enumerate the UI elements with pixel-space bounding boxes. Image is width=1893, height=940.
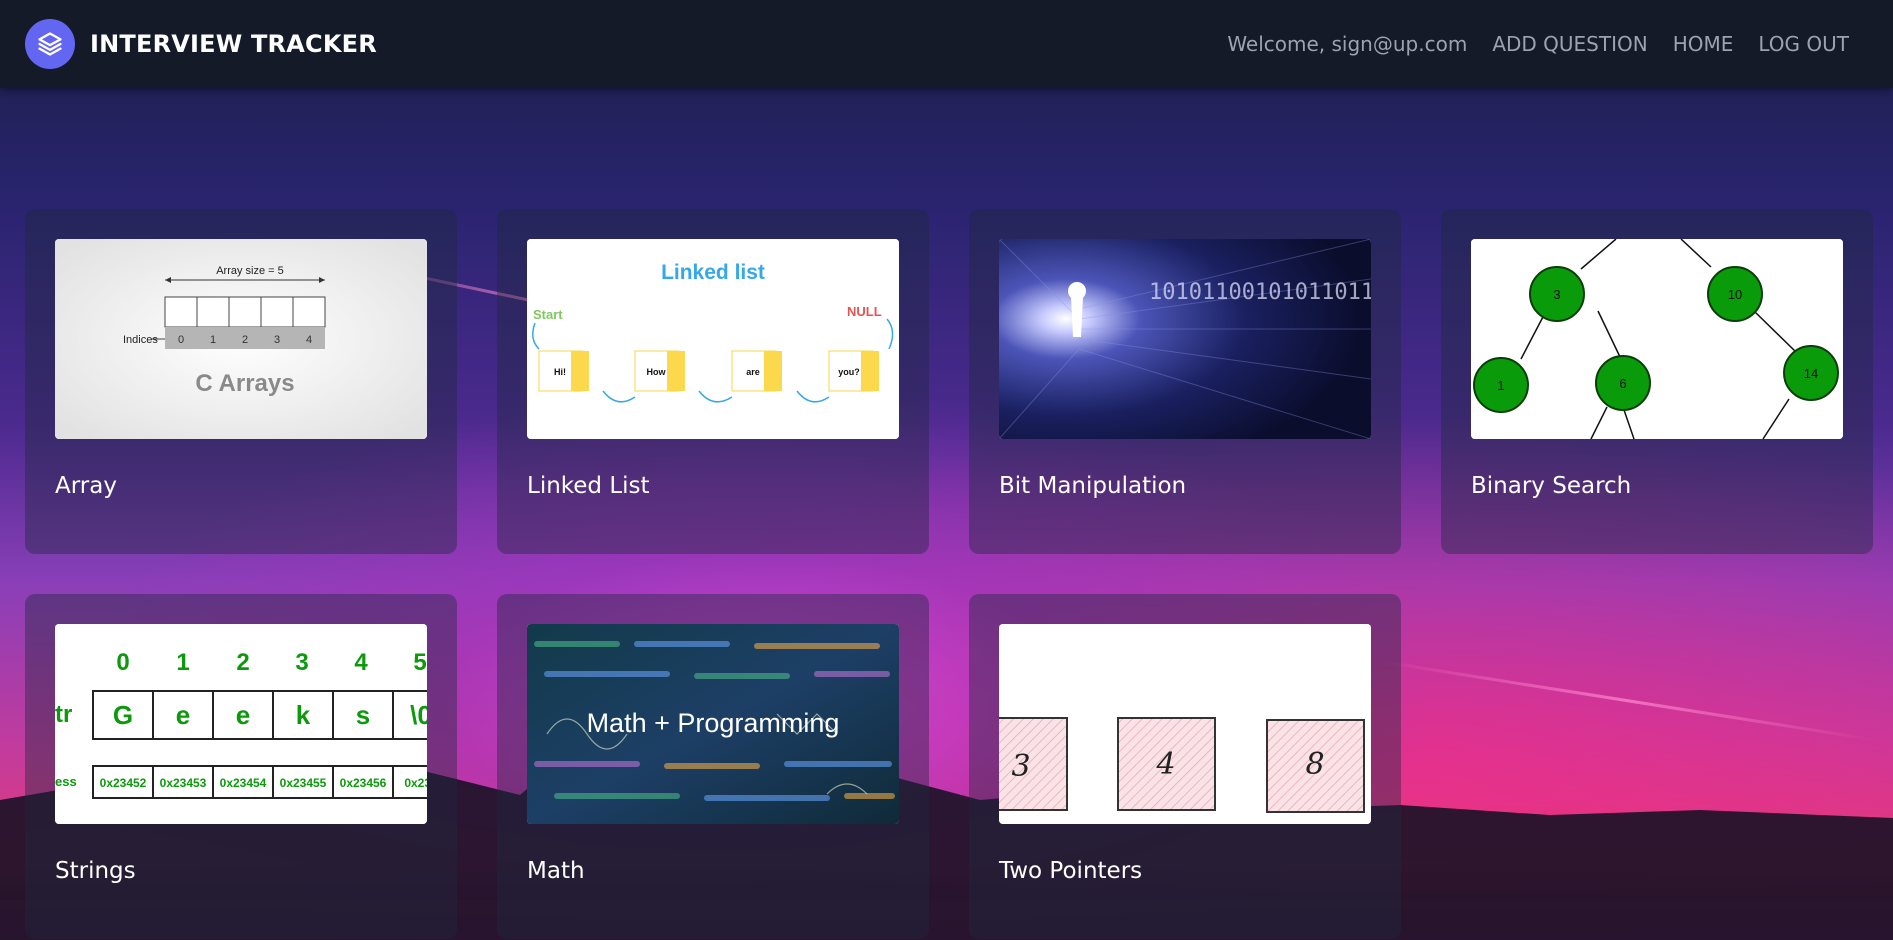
binary-text: 10101100101011011001: [1149, 280, 1371, 305]
layers-icon: [25, 19, 75, 69]
topic-card-binary-search[interactable]: 3 10 1 6 14 Binary Search: [1441, 209, 1873, 554]
string-address: 0x234: [404, 776, 427, 790]
pointer-value: 4: [1155, 747, 1175, 782]
string-char: \0: [410, 700, 427, 730]
light-streak: [1379, 660, 1875, 742]
tree-node-label: 1: [1497, 378, 1504, 393]
string-char: e: [236, 700, 250, 730]
string-char: e: [176, 700, 190, 730]
topic-title: Math: [527, 858, 585, 884]
start-label: Start: [533, 307, 563, 322]
node-label: How: [647, 367, 667, 377]
null-label: NULL: [847, 304, 882, 319]
string-index: 3: [295, 649, 308, 676]
node-label: are: [746, 367, 760, 377]
topic-title: Strings: [55, 858, 136, 884]
tree-node-label: 10: [1728, 287, 1742, 302]
address-row-label: ess: [55, 774, 77, 789]
topic-card-math[interactable]: Math + Programming Math: [497, 594, 929, 939]
topic-title: Linked List: [527, 473, 650, 499]
nav-menu: Welcome, sign@up.com ADD QUESTION HOME L…: [1227, 32, 1849, 56]
topic-title: Bit Manipulation: [999, 473, 1187, 499]
welcome-text: Welcome, sign@up.com: [1227, 32, 1468, 56]
index-label: 2: [242, 334, 248, 346]
string-address: 0x23455: [280, 776, 327, 790]
math-caption: Math + Programming: [587, 708, 840, 738]
string-index: 2: [236, 649, 249, 676]
string-index: 0: [116, 649, 129, 676]
topic-title: Two Pointers: [999, 858, 1143, 884]
topic-title: Array: [55, 473, 117, 499]
linked-list-thumbnail: Linked list Start NULL Hi! How are you?: [527, 239, 899, 439]
topic-card-linked-list[interactable]: Linked list Start NULL Hi! How are you?: [497, 209, 929, 554]
index-label: 4: [306, 334, 312, 346]
string-index: 4: [354, 649, 368, 676]
node-label: Hi!: [554, 367, 566, 377]
math-thumbnail: Math + Programming: [527, 624, 899, 824]
node-label: you?: [838, 367, 860, 377]
topic-card-array[interactable]: Array size = 5 Indices 0 1 2 3 4 C Array…: [25, 209, 457, 554]
tree-node-label: 6: [1619, 376, 1626, 391]
two-pointers-thumbnail: 3 4 8: [999, 624, 1371, 824]
string-address: 0x23456: [340, 776, 387, 790]
string-index: 5: [413, 649, 426, 676]
array-size-label: Array size = 5: [216, 265, 284, 277]
app-title: INTERVIEW TRACKER: [90, 30, 377, 58]
string-index: 1: [176, 649, 189, 676]
tree-node-label: 14: [1804, 366, 1818, 381]
home-link[interactable]: HOME: [1673, 32, 1734, 56]
bit-manipulation-thumbnail: 10101100101011011001: [999, 239, 1371, 439]
index-label: 1: [210, 334, 216, 346]
add-question-link[interactable]: ADD QUESTION: [1492, 32, 1647, 56]
topic-card-strings[interactable]: 0 1 2 3 4 5 G e e k s \0 tr ess 0x23452 …: [25, 594, 457, 939]
string-address: 0x23454: [220, 776, 267, 790]
brand-link[interactable]: INTERVIEW TRACKER: [25, 19, 377, 69]
index-label: 3: [274, 334, 280, 346]
top-navbar: INTERVIEW TRACKER Welcome, sign@up.com A…: [0, 0, 1893, 88]
index-label: 0: [178, 334, 184, 346]
string-address: 0x23453: [160, 776, 207, 790]
topic-title: Binary Search: [1471, 473, 1632, 499]
array-thumbnail: Array size = 5 Indices 0 1 2 3 4 C Array…: [55, 239, 427, 439]
string-char: G: [113, 700, 133, 730]
logout-link[interactable]: LOG OUT: [1758, 32, 1849, 56]
topic-card-two-pointers[interactable]: 3 4 8 Two Pointers: [969, 594, 1401, 939]
pointer-value: 8: [1305, 747, 1324, 782]
pointer-value: 3: [1011, 749, 1030, 784]
string-char: k: [296, 700, 311, 730]
string-row-label: tr: [55, 701, 72, 728]
binary-search-thumbnail: 3 10 1 6 14: [1471, 239, 1843, 439]
indices-label: Indices: [123, 334, 158, 346]
array-caption: C Arrays: [195, 370, 294, 397]
linked-list-heading: Linked list: [661, 261, 765, 284]
string-address: 0x23452: [100, 776, 147, 790]
tree-node-label: 3: [1553, 287, 1560, 302]
strings-thumbnail: 0 1 2 3 4 5 G e e k s \0 tr ess 0x23452 …: [55, 624, 427, 824]
topic-card-bit-manipulation[interactable]: 10101100101011011001 Bit Manipulation: [969, 209, 1401, 554]
string-char: s: [356, 700, 370, 730]
